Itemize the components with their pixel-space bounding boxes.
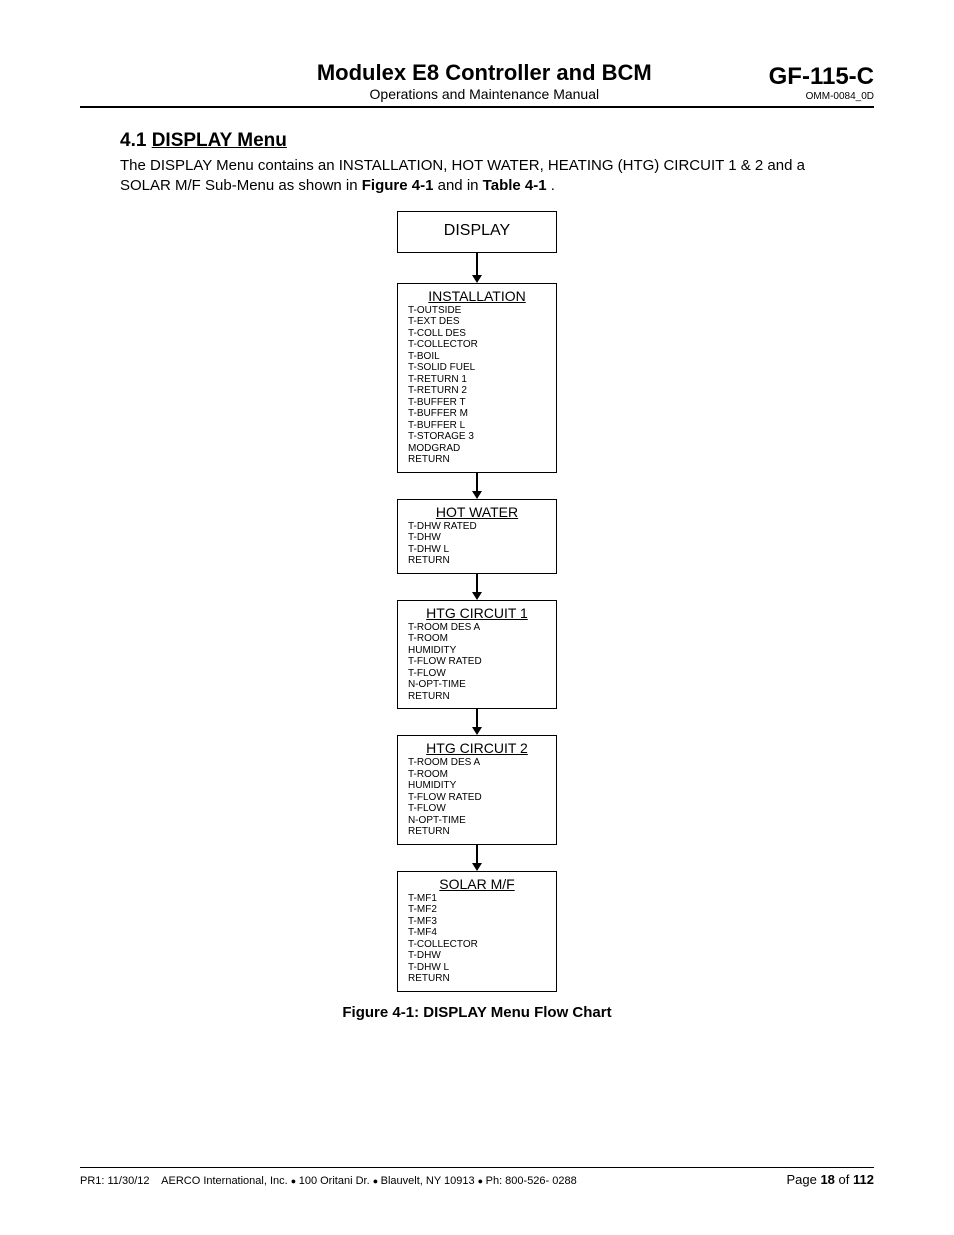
list-item: T-COLLECTOR bbox=[408, 939, 546, 951]
flow-box-htg-circuit-2: HTG CIRCUIT 2 T-ROOM DES A T-ROOM HUMIDI… bbox=[397, 735, 557, 845]
arrow-icon bbox=[472, 709, 482, 735]
list-item: T-DHW bbox=[408, 950, 546, 962]
list-item: N-OPT-TIME bbox=[408, 815, 546, 827]
flow-box-items: T-OUTSIDE T-EXT DES T-COLL DES T-COLLECT… bbox=[408, 305, 546, 466]
flow-box-items: T-MF1 T-MF2 T-MF3 T-MF4 T-COLLECTOR T-DH… bbox=[408, 893, 546, 985]
list-item: T-BUFFER L bbox=[408, 420, 546, 432]
list-item: MODGRAD bbox=[408, 443, 546, 455]
flowchart: DISPLAY INSTALLATION T-OUTSIDE T-EXT DES… bbox=[80, 211, 874, 1021]
doc-title: Modulex E8 Controller and BCM bbox=[200, 60, 769, 86]
arrow-icon bbox=[472, 574, 482, 600]
bullet-icon: ● bbox=[291, 1176, 299, 1186]
footer-company: AERCO International, Inc. bbox=[161, 1175, 288, 1187]
list-item: T-ROOM DES A bbox=[408, 622, 546, 634]
figure-caption: Figure 4-1: DISPLAY Menu Flow Chart bbox=[342, 1004, 611, 1021]
list-item: T-COLLECTOR bbox=[408, 339, 546, 351]
arrow-icon bbox=[472, 845, 482, 871]
list-item: T-BOIL bbox=[408, 351, 546, 363]
list-item: HUMIDITY bbox=[408, 780, 546, 792]
page-total: 112 bbox=[853, 1172, 874, 1187]
footer-phone: Ph: 800-526- 0288 bbox=[486, 1175, 577, 1187]
footer-page: Page 18 of 112 bbox=[786, 1172, 874, 1187]
header-right: GF-115-C OMM-0084_0D bbox=[769, 63, 874, 102]
page-header: Modulex E8 Controller and BCM Operations… bbox=[80, 60, 874, 108]
list-item: T-ROOM bbox=[408, 633, 546, 645]
header-center: Modulex E8 Controller and BCM Operations… bbox=[200, 60, 769, 102]
list-item: T-FLOW RATED bbox=[408, 792, 546, 804]
body-ref-2: Table 4-1 bbox=[483, 177, 547, 194]
list-item: T-MF2 bbox=[408, 904, 546, 916]
list-item: RETURN bbox=[408, 973, 546, 985]
flow-box-display-title: DISPLAY bbox=[408, 216, 546, 246]
list-item: T-RETURN 2 bbox=[408, 385, 546, 397]
doc-code: GF-115-C bbox=[769, 63, 874, 91]
section-body: The DISPLAY Menu contains an INSTALLATIO… bbox=[120, 156, 834, 197]
page-footer: PR1: 11/30/12 AERCO International, Inc. … bbox=[80, 1167, 874, 1187]
footer-pr: PR1: 11/30/12 bbox=[80, 1175, 150, 1187]
footer-addr: 100 Oritani Dr. bbox=[299, 1175, 370, 1187]
page: Modulex E8 Controller and BCM Operations… bbox=[0, 0, 954, 1235]
list-item: T-COLL DES bbox=[408, 328, 546, 340]
flow-box-installation: INSTALLATION T-OUTSIDE T-EXT DES T-COLL … bbox=[397, 283, 557, 473]
list-item: RETURN bbox=[408, 555, 546, 567]
list-item: T-ROOM bbox=[408, 769, 546, 781]
list-item: T-FLOW bbox=[408, 668, 546, 680]
flow-box-items: T-DHW RATED T-DHW T-DHW L RETURN bbox=[408, 521, 546, 567]
flow-box-hot-water: HOT WATER T-DHW RATED T-DHW T-DHW L RETU… bbox=[397, 499, 557, 574]
list-item: T-DHW RATED bbox=[408, 521, 546, 533]
flow-box-title: HTG CIRCUIT 1 bbox=[408, 605, 546, 621]
list-item: T-MF3 bbox=[408, 916, 546, 928]
list-item: T-DHW L bbox=[408, 962, 546, 974]
list-item: T-MF4 bbox=[408, 927, 546, 939]
list-item: T-DHW bbox=[408, 532, 546, 544]
section-title: DISPLAY Menu bbox=[152, 130, 287, 151]
list-item: T-DHW L bbox=[408, 544, 546, 556]
list-item: T-FLOW bbox=[408, 803, 546, 815]
body-text-end: . bbox=[551, 177, 555, 194]
flow-box-title: SOLAR M/F bbox=[408, 876, 546, 892]
section-heading: 4.1 DISPLAY Menu bbox=[120, 130, 874, 152]
list-item: T-RETURN 1 bbox=[408, 374, 546, 386]
flow-box-display: DISPLAY bbox=[397, 211, 557, 253]
flow-box-items: T-ROOM DES A T-ROOM HUMIDITY T-FLOW RATE… bbox=[408, 757, 546, 838]
doc-subtitle: Operations and Maintenance Manual bbox=[200, 86, 769, 102]
list-item: T-STORAGE 3 bbox=[408, 431, 546, 443]
list-item: RETURN bbox=[408, 826, 546, 838]
section-number: 4.1 bbox=[120, 130, 146, 151]
footer-city: Blauvelt, NY 10913 bbox=[381, 1175, 475, 1187]
list-item: N-OPT-TIME bbox=[408, 679, 546, 691]
flow-box-htg-circuit-1: HTG CIRCUIT 1 T-ROOM DES A T-ROOM HUMIDI… bbox=[397, 600, 557, 710]
list-item: T-ROOM DES A bbox=[408, 757, 546, 769]
footer-left: PR1: 11/30/12 AERCO International, Inc. … bbox=[80, 1175, 577, 1187]
list-item: T-OUTSIDE bbox=[408, 305, 546, 317]
flow-box-solar-mf: SOLAR M/F T-MF1 T-MF2 T-MF3 T-MF4 T-COLL… bbox=[397, 871, 557, 992]
bullet-icon: ● bbox=[373, 1176, 381, 1186]
bullet-icon: ● bbox=[478, 1176, 486, 1186]
page-of: of bbox=[839, 1172, 850, 1187]
flow-box-title: INSTALLATION bbox=[408, 288, 546, 304]
doc-revision: OMM-0084_0D bbox=[769, 91, 874, 102]
arrow-icon bbox=[472, 473, 482, 499]
body-ref-1: Figure 4-1 bbox=[362, 177, 434, 194]
list-item: T-MF1 bbox=[408, 893, 546, 905]
page-label: Page bbox=[786, 1172, 816, 1187]
list-item: T-BUFFER T bbox=[408, 397, 546, 409]
list-item: HUMIDITY bbox=[408, 645, 546, 657]
list-item: T-BUFFER M bbox=[408, 408, 546, 420]
flow-box-title: HTG CIRCUIT 2 bbox=[408, 740, 546, 756]
flow-box-title: HOT WATER bbox=[408, 504, 546, 520]
arrow-icon bbox=[472, 253, 482, 283]
body-text-mid: and in bbox=[438, 177, 483, 194]
flow-box-items: T-ROOM DES A T-ROOM HUMIDITY T-FLOW RATE… bbox=[408, 622, 546, 703]
list-item: RETURN bbox=[408, 691, 546, 703]
list-item: RETURN bbox=[408, 454, 546, 466]
page-current: 18 bbox=[820, 1172, 834, 1187]
list-item: T-FLOW RATED bbox=[408, 656, 546, 668]
list-item: T-EXT DES bbox=[408, 316, 546, 328]
list-item: T-SOLID FUEL bbox=[408, 362, 546, 374]
